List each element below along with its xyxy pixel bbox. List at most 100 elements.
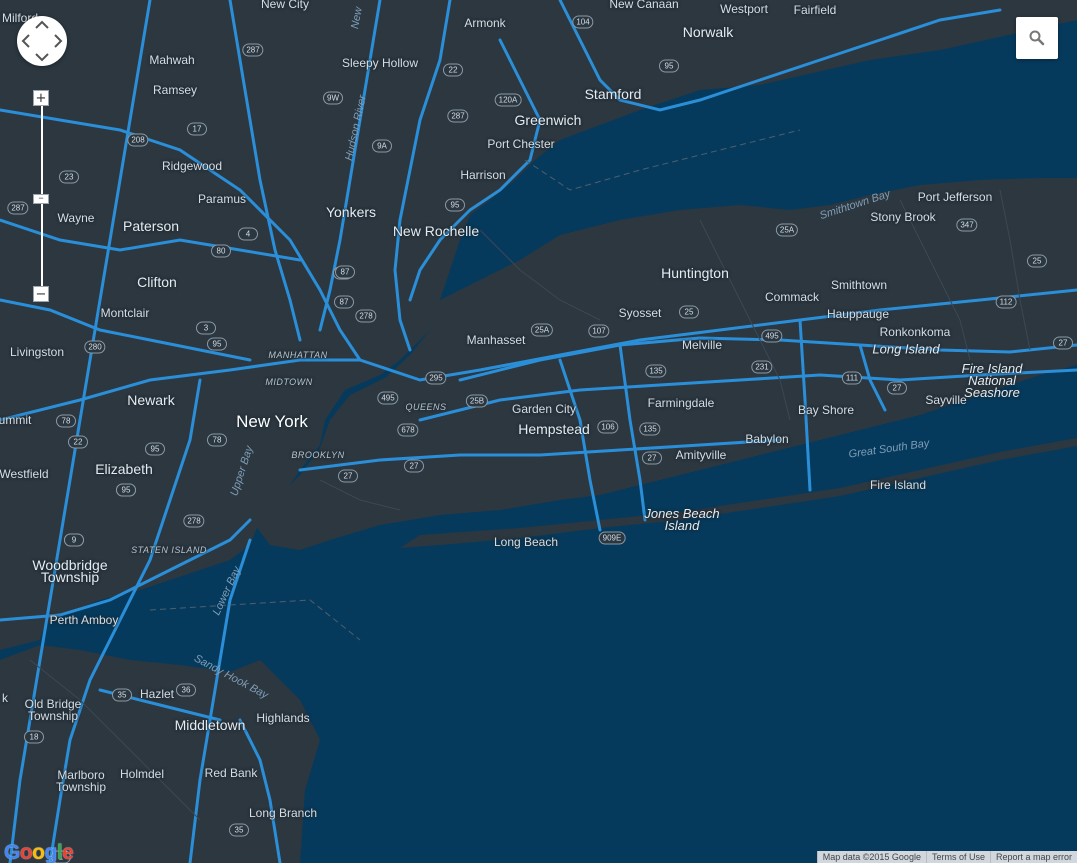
map-label-town-manhasset: Manhasset (466, 333, 526, 347)
state-boundary-bay (149, 599, 361, 641)
route-shield: 95 (659, 59, 679, 73)
map-label-city-new-rochelle: New Rochelle (392, 223, 480, 239)
map-label-town-old-bridge: Old Bridge Township (24, 697, 82, 723)
route-shield: 9W (323, 91, 343, 105)
map-label-town-highlands: Highlands (256, 711, 310, 725)
map-label-town-holmdel: Holmdel (119, 767, 165, 781)
route-shield: 287 (447, 109, 469, 123)
map-label-town-ramsey: Ramsey (152, 83, 198, 97)
route-shield: 35 (112, 688, 132, 702)
map-label-town-paramus: Paramus (197, 192, 247, 206)
route-shield: 106 (597, 420, 619, 434)
route-shield: 95 (145, 442, 165, 456)
map-label-town-armonk: Armonk (464, 16, 506, 30)
route-shield: 27 (1053, 336, 1073, 350)
map-label-town-fairfield: Fairfield (793, 3, 837, 17)
route-shield: 287 (242, 43, 264, 57)
route-shield: 104 (572, 15, 594, 29)
map-label-town-melville: Melville (681, 338, 723, 352)
route-shield: 35 (229, 823, 249, 837)
route-shield: 278 (355, 309, 377, 323)
map-label-town-mahwah: Mahwah (149, 53, 195, 67)
route-shield: 78 (207, 433, 227, 447)
map-label-city-stamford: Stamford (584, 86, 642, 102)
route-shield: 909E (598, 531, 626, 545)
route-shield: 295 (425, 371, 447, 385)
map-label-city-clifton: Clifton (137, 274, 177, 290)
pan-arrows-icon (21, 20, 63, 62)
zoom-out-button[interactable]: − (33, 286, 49, 302)
map-label-town-red-bank: Red Bank (204, 766, 258, 780)
zoom-in-button[interactable]: + (33, 90, 49, 106)
search-icon (1029, 30, 1045, 46)
terms-of-use-link[interactable]: Terms of Use (925, 851, 990, 863)
map-label-city-paterson: Paterson (122, 218, 180, 234)
route-shield: 495 (377, 391, 399, 405)
map-data-attribution: Map data ©2015 Google (816, 851, 926, 863)
map-label-city-greenwich: Greenwich (514, 112, 582, 128)
route-shield: 87 (335, 265, 355, 279)
map-label-town-hazlet: Hazlet (139, 687, 175, 701)
map-label-town-stony-brook: Stony Brook (870, 210, 936, 224)
map-label-city-hempstead: Hempstead (518, 421, 590, 437)
route-shield: 25 (1027, 254, 1047, 268)
route-shield: 231 (751, 360, 773, 374)
map-canvas[interactable]: New York Yonkers New Rochelle Newark Elizabe… (0, 0, 1077, 863)
map-label-town-babylon: Babylon (745, 432, 789, 446)
zoom-slider-handle[interactable]: − (33, 194, 49, 204)
map-label-town-ridgewood: Ridgewood (161, 159, 223, 173)
map-label-town-wayne: Wayne (57, 211, 95, 225)
route-shield: 287 (7, 201, 29, 215)
map-label-city-huntington: Huntington (661, 265, 729, 281)
route-shield: 9A (372, 139, 392, 153)
route-shield: 25B (465, 394, 489, 408)
route-shield: 27 (642, 451, 662, 465)
route-shield: 25 (679, 305, 699, 319)
route-shield: 107 (588, 324, 610, 338)
map-label-town-new-city: New City (260, 0, 310, 11)
map-label-town-harrison: Harrison (460, 168, 506, 182)
map-label-town-commack: Commack (764, 290, 820, 304)
search-button[interactable] (1016, 17, 1058, 59)
map-label-city-yonkers: Yonkers (325, 204, 377, 220)
report-map-error-link[interactable]: Report a map error (989, 851, 1077, 863)
map-label-town-garden-city: Garden City (511, 402, 577, 416)
map-label-town-bay-shore: Bay Shore (797, 403, 855, 417)
map-label-city-newark: Newark (127, 392, 175, 408)
map-label-town-hauppauge: Hauppauge (826, 307, 890, 321)
map-label-town-summit: ummit (0, 413, 32, 427)
map-label-district-queens: QUEENS (405, 402, 447, 412)
map-label-town-smithtown: Smithtown (830, 278, 888, 292)
map-label-town-livingston: Livingston (9, 345, 65, 359)
map-label-town-sayville: Sayville (925, 393, 967, 407)
google-logo[interactable]: Google (4, 841, 74, 863)
route-shield: 112 (995, 295, 1017, 309)
map-label-district-brooklyn: BROOKLYN (291, 450, 345, 460)
route-shield: 135 (645, 364, 667, 378)
route-shield: 18 (24, 730, 44, 744)
route-shield: 22 (443, 63, 463, 77)
map-label-town-farmingdale: Farmingdale (647, 396, 715, 410)
route-shield: 17 (187, 122, 207, 136)
map-label-town-perth-amboy: Perth Amboy (49, 613, 119, 627)
map-label-district-manhattan: MANHATTAN (268, 350, 328, 360)
route-shield: 135 (639, 422, 661, 436)
map-label-town-westport: Westport (720, 2, 768, 16)
map-label-town-port-jefferson: Port Jefferson (917, 190, 993, 204)
route-shield: 80 (211, 244, 231, 258)
map-label-town-syosset: Syosset (618, 306, 662, 320)
map-label-town-marlboro: Marlboro Township (55, 768, 107, 794)
map-label-city-elizabeth: Elizabeth (95, 461, 153, 477)
map-label-town-amityville: Amityville (675, 448, 727, 462)
pan-control[interactable] (17, 16, 67, 66)
land-monmouth (0, 645, 320, 863)
map-label-island-jones-beach: Jones Beach Island (644, 506, 720, 533)
map-label-district-staten-island: STATEN ISLAND (131, 545, 207, 555)
map-label-city-new-york: New York (236, 412, 308, 431)
route-shield: 495 (761, 329, 783, 343)
route-shield: 9 (64, 533, 84, 547)
map-label-town-fire-island: Fire Island (869, 478, 927, 492)
route-shield: 78 (56, 414, 76, 428)
route-shield: 25A (775, 223, 799, 237)
route-shield: 120A (494, 93, 522, 107)
